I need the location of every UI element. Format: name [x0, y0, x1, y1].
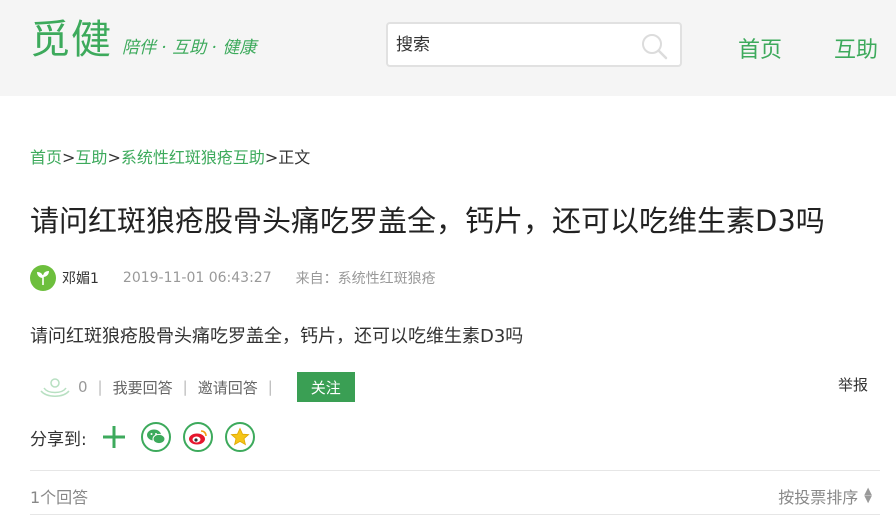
search-input[interactable]: [396, 32, 636, 58]
like-icon[interactable]: [40, 375, 70, 399]
from-value[interactable]: 系统性红斑狼疮: [338, 268, 436, 288]
sort-dropdown[interactable]: 按投票排序 ▲ ▼: [778, 484, 872, 508]
sort-icon: ▲ ▼: [864, 486, 872, 505]
breadcrumb-help[interactable]: 互助: [75, 148, 107, 167]
sort-label: 按投票排序: [778, 488, 859, 507]
wechat-icon: [146, 429, 166, 445]
post-body: 请问红斑狼疮股骨头痛吃罗盖全，钙片，还可以吃维生素D3吗: [30, 326, 524, 347]
share-bar: 分享到:: [30, 420, 255, 454]
weibo-icon: [188, 430, 207, 445]
post-title: 请问红斑狼疮股骨头痛吃罗盖全，钙片，还可以吃维生素D3吗: [30, 204, 825, 238]
site-logo[interactable]: 觅健 陪伴 · 互助 · 健康: [30, 18, 256, 62]
logo-text: 觅健: [30, 17, 112, 63]
breadcrumb-current: 正文: [278, 148, 311, 167]
nav-help-link[interactable]: 互助: [834, 32, 878, 64]
follow-button[interactable]: 关注: [296, 372, 355, 402]
logo-slogan: 陪伴 · 互助 · 健康: [122, 38, 257, 58]
report-link[interactable]: 举报: [838, 374, 868, 395]
action-separator: |: [182, 378, 188, 396]
divider: [30, 470, 880, 471]
answer-count: 1个回答: [30, 488, 89, 507]
post-actions: 0 | 我要回答 | 邀请回答 | 关注: [40, 372, 355, 402]
breadcrumb-separator: >: [107, 148, 121, 167]
breadcrumb-separator: >: [62, 148, 76, 167]
author-name[interactable]: 邓媚1: [62, 268, 99, 288]
divider: [30, 514, 880, 515]
nav-home-link[interactable]: 首页: [738, 32, 782, 64]
action-separator: |: [97, 378, 103, 396]
from-label: 来自：: [295, 271, 338, 287]
plus-icon[interactable]: [99, 422, 129, 452]
breadcrumb-home[interactable]: 首页: [30, 148, 62, 167]
avatar[interactable]: [30, 265, 56, 291]
site-header: 觅健 陪伴 · 互助 · 健康 首页 互助: [0, 0, 896, 96]
share-label: 分享到:: [30, 429, 87, 450]
breadcrumb-group[interactable]: 系统性红斑狼疮互助: [121, 148, 265, 167]
share-weibo-button[interactable]: [182, 422, 213, 452]
qzone-icon: [230, 427, 250, 446]
breadcrumb: 首页>互助>系统性红斑狼疮互助>正文: [30, 144, 310, 168]
share-qzone-button[interactable]: [224, 422, 255, 452]
search-box: [386, 22, 682, 67]
invite-answer-link[interactable]: 邀请回答: [198, 377, 258, 398]
leaf-icon: [37, 271, 49, 285]
post-meta: 邓媚1 2019-11-01 06:43:27 来自： 系统性红斑狼疮: [30, 264, 436, 292]
share-wechat-button[interactable]: [140, 422, 171, 452]
like-count: 0: [78, 378, 88, 396]
search-icon[interactable]: [640, 32, 668, 60]
action-separator: |: [267, 378, 273, 396]
post-date: 2019-11-01 06:43:27: [122, 270, 272, 286]
breadcrumb-separator: >: [264, 148, 279, 167]
answer-link[interactable]: 我要回答: [113, 377, 173, 398]
